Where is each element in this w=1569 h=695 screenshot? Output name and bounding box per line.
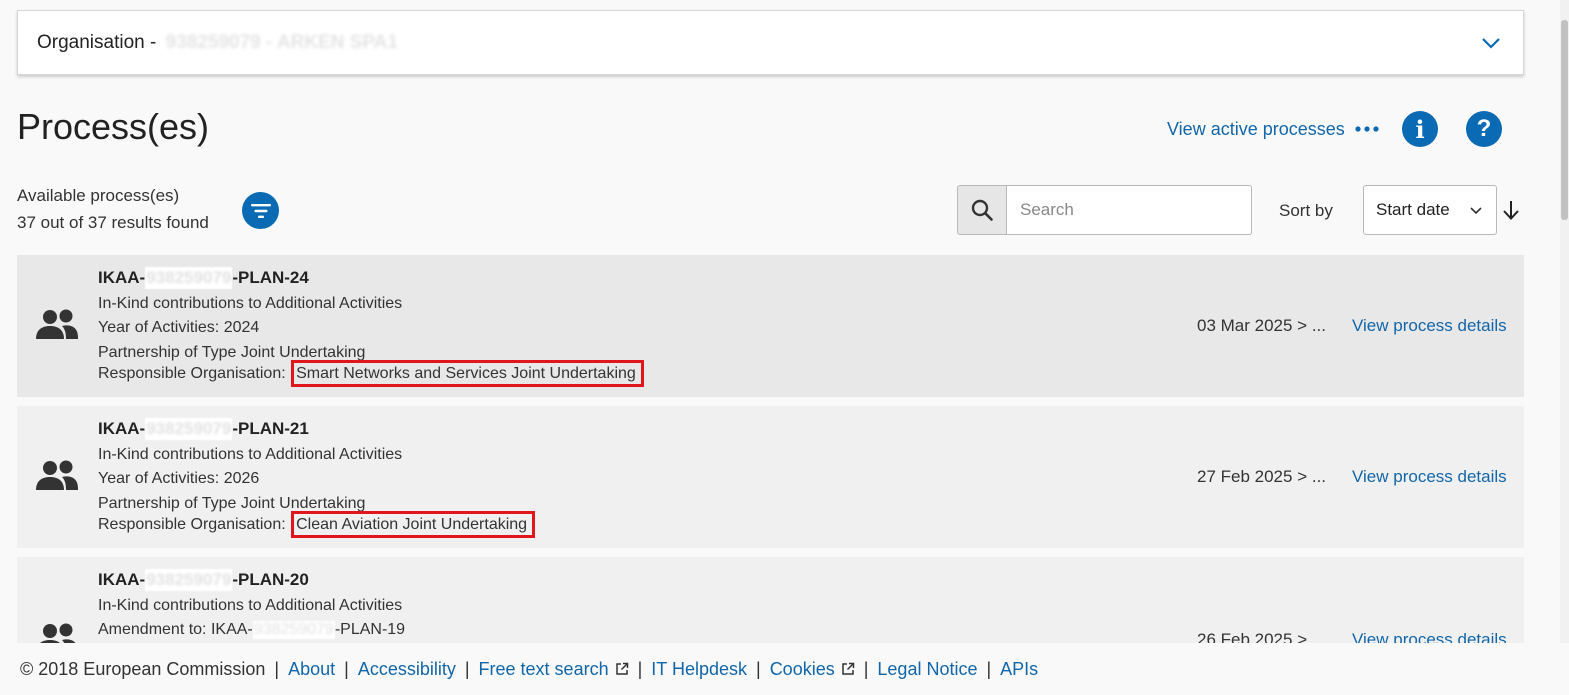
page: Organisation - 938259079 - ARKEN SPA1 Pr… — [0, 0, 1569, 695]
available-processes-label: Available process(es) — [17, 186, 180, 205]
help-glyph: ? — [1476, 115, 1492, 142]
scrollbar-thumb[interactable] — [1561, 20, 1568, 220]
process-id-masked: 938259079 — [146, 268, 232, 287]
process-row: IKAA- 938259079 -PLAN-24 In-Kind contribut… — [17, 255, 1524, 397]
process-responsible-org: Responsible Organisation: Smart Networks… — [98, 360, 644, 387]
masked-id-block: 938259079 — [145, 418, 233, 440]
footer-separator: | — [464, 658, 470, 679]
responsible-org-label: Responsible Organisation: — [98, 365, 291, 382]
sort-direction-arrow-icon[interactable] — [1501, 199, 1521, 221]
footer: © 2018 European Commission | About | Acc… — [0, 643, 1569, 695]
group-icon — [36, 309, 78, 339]
footer-link-label: Free text search — [478, 658, 609, 679]
responsible-org-label: Responsible Organisation: — [98, 516, 291, 533]
help-icon[interactable]: ? — [1466, 111, 1502, 147]
footer-separator: | — [274, 658, 280, 679]
organisation-value-masked: 938259079 - ARKEN SPA1 — [165, 31, 398, 53]
footer-link-accessibility[interactable]: Accessibility — [358, 659, 456, 680]
process-id-suffix: -PLAN-24 — [232, 268, 309, 287]
footer-link-about[interactable]: About — [288, 659, 335, 680]
process-date: 27 Feb 2025 > ... — [1197, 467, 1327, 486]
external-link-icon — [841, 662, 854, 675]
process-date: 03 Mar 2025 > ... — [1197, 316, 1326, 335]
organisation-selector[interactable]: Organisation - 938259079 - ARKEN SPA1 — [17, 10, 1524, 75]
view-process-details-link[interactable]: View process details — [1352, 467, 1507, 487]
group-icon — [36, 460, 78, 490]
masked-id-block: 938259079 — [145, 569, 233, 591]
footer-separator: | — [344, 658, 349, 679]
amendment-id-masked: 938259079 — [253, 621, 334, 638]
search-button[interactable] — [957, 185, 1007, 235]
responsible-org-value: Smart Networks and Services Joint Undert… — [291, 360, 644, 387]
process-id-suffix: -PLAN-21 — [232, 419, 309, 438]
footer-separator: | — [986, 658, 992, 679]
process-id-suffix: -PLAN-20 — [232, 570, 309, 589]
process-year: Year of Activities: 2024 — [98, 319, 260, 336]
process-type: In-Kind contributions to Additional Acti… — [98, 597, 403, 614]
page-title: Process(es) — [17, 106, 210, 147]
footer-separator: | — [863, 658, 869, 679]
process-type: In-Kind contributions to Additional Acti… — [98, 446, 403, 463]
chevron-down-icon[interactable] — [1479, 31, 1503, 55]
view-active-processes-link[interactable]: View active processes — [1167, 119, 1345, 140]
footer-separator: | — [756, 658, 761, 679]
search-input[interactable] — [1006, 185, 1252, 235]
footer-link-apis[interactable]: APIs — [1000, 659, 1038, 680]
process-id: IKAA- 938259079 -PLAN-21 — [98, 418, 309, 440]
footer-copyright: © 2018 European Commission — [20, 658, 266, 679]
more-options-icon[interactable] — [1354, 124, 1380, 134]
footer-link-free-text-search[interactable]: Free text search — [479, 659, 629, 680]
filter-icon — [250, 203, 271, 218]
process-id: IKAA- 938259079 -PLAN-20 — [98, 569, 309, 591]
footer-link-it-helpdesk[interactable]: IT Helpdesk — [651, 659, 747, 680]
footer-link-legal-notice[interactable]: Legal Notice — [877, 659, 977, 680]
process-row: IKAA- 938259079 -PLAN-21 In-Kind contribut… — [17, 406, 1524, 548]
process-amendment: Amendment to: IKAA-938259079-PLAN-19 — [98, 621, 405, 639]
masked-id-block: 938259079 — [252, 621, 335, 639]
process-id: IKAA- 938259079 -PLAN-24 — [98, 267, 309, 289]
process-id-masked: 938259079 — [146, 570, 232, 589]
view-process-details-link[interactable]: View process details — [1352, 316, 1507, 336]
process-id-masked: 938259079 — [146, 419, 232, 438]
sort-selected-value: Start date — [1376, 200, 1450, 219]
responsible-org-value: Clean Aviation Joint Undertaking — [291, 511, 536, 538]
process-type: In-Kind contributions to Additional Acti… — [98, 295, 403, 312]
external-link-icon — [615, 662, 628, 675]
amendment-suffix: -PLAN-19 — [334, 621, 406, 638]
sort-by-label: Sort by — [1279, 201, 1333, 220]
footer-separator: | — [637, 658, 643, 679]
process-year: Year of Activities: 2026 — [98, 470, 260, 487]
footer-link-label: Cookies — [769, 658, 835, 679]
footer-link-cookies[interactable]: Cookies — [770, 659, 855, 680]
search-icon — [971, 199, 993, 221]
info-icon[interactable]: i — [1402, 111, 1438, 147]
chevron-down-icon — [1470, 207, 1482, 215]
amendment-prefix: Amendment to: IKAA- — [98, 621, 253, 638]
info-glyph: i — [1415, 114, 1425, 144]
masked-id-block: 938259079 — [145, 267, 233, 289]
results-count: 37 out of 37 results found — [17, 213, 209, 232]
filter-button[interactable] — [242, 192, 279, 229]
sort-select[interactable]: Start date — [1363, 185, 1497, 235]
process-id-prefix: IKAA- — [98, 268, 146, 287]
organisation-label: Organisation - — [37, 31, 162, 53]
process-id-prefix: IKAA- — [98, 570, 146, 589]
process-responsible-org: Responsible Organisation: Clean Aviation… — [98, 511, 536, 538]
process-id-prefix: IKAA- — [98, 419, 146, 438]
